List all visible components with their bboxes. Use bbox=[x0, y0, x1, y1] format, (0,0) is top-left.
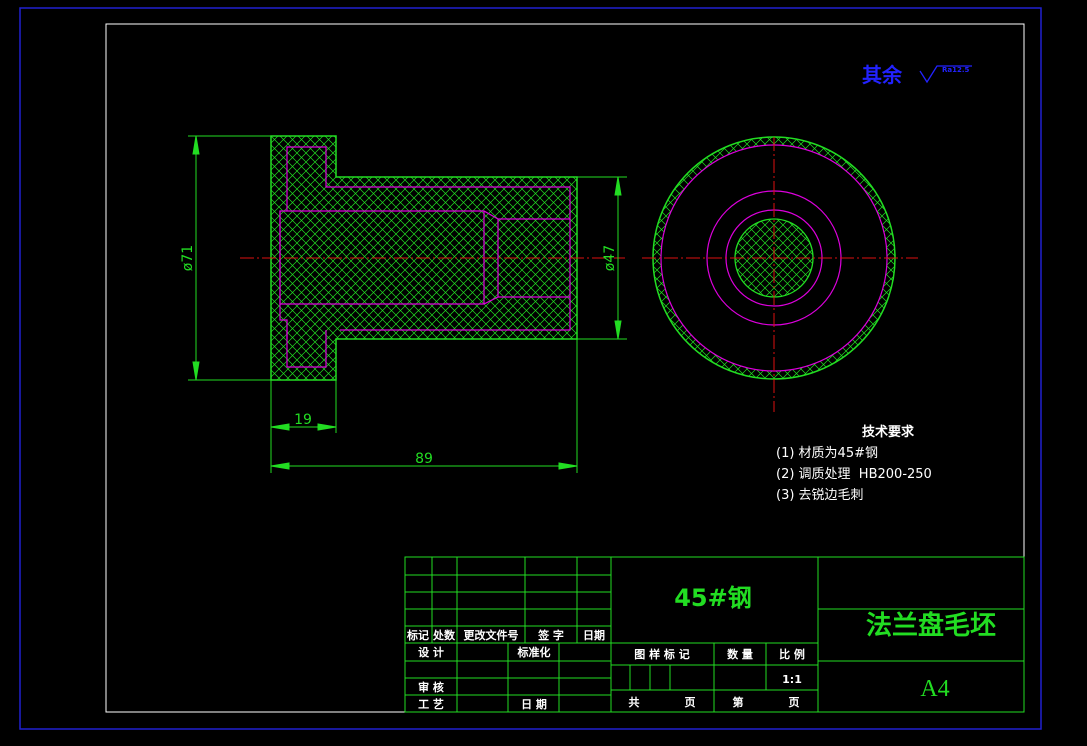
tb-part-name: 法兰盘毛坯 bbox=[866, 610, 996, 641]
tb-sign-header: 签 字 bbox=[537, 628, 564, 642]
surface-roughness-note: 其余 Ra12.5 bbox=[862, 63, 972, 87]
surface-note-label: 其余 bbox=[862, 63, 903, 87]
tb-sheet-label: 第 bbox=[733, 695, 744, 709]
tech-req-item-2: (2) 调质处理 HB200-250 bbox=[776, 467, 932, 482]
dim-diameter-71: ø71 bbox=[180, 245, 196, 271]
tb-scale-label: 比 例 bbox=[779, 647, 805, 661]
tb-standardize-label: 标准化 bbox=[517, 645, 551, 659]
tech-req-heading: 技术要求 bbox=[862, 424, 915, 440]
tb-review-label: 审 核 bbox=[418, 680, 444, 694]
tech-req-item-3: (3) 去锐边毛刺 bbox=[776, 488, 864, 503]
tb-paper-size: A4 bbox=[920, 676, 949, 702]
cad-drawing-sheet: 其余 Ra12.5 ø71 ø47 19 89 技术要求 (1) 材质为45#钢… bbox=[19, 7, 1042, 730]
section-view bbox=[240, 135, 625, 381]
end-view bbox=[642, 136, 918, 412]
tb-total-label: 共 bbox=[629, 695, 640, 709]
tb-design-label: 设 计 bbox=[418, 645, 444, 659]
dim-diameter-47: ø47 bbox=[602, 245, 618, 271]
surface-note-value: Ra12.5 bbox=[942, 66, 970, 74]
tech-req-item-1: (1) 材质为45#钢 bbox=[776, 446, 878, 461]
tb-change-doc-header: 更改文件号 bbox=[464, 628, 519, 642]
tb-process-label: 工 艺 bbox=[418, 697, 444, 711]
technical-requirements: 技术要求 (1) 材质为45#钢 (2) 调质处理 HB200-250 (3) … bbox=[776, 424, 932, 503]
tb-page-label: 页 bbox=[685, 696, 696, 709]
tb-count-header: 处数 bbox=[432, 628, 456, 642]
tb-date-header: 日期 bbox=[583, 628, 605, 642]
tb-date-label: 日 期 bbox=[521, 697, 547, 711]
tb-quantity-label: 数 量 bbox=[727, 647, 753, 661]
tb-material: 45#钢 bbox=[674, 584, 752, 612]
tb-scale-value: 1:1 bbox=[782, 673, 802, 686]
title-block-text: 标记 处数 更改文件号 签 字 日期 设 计 标准化 审 核 工 艺 日 期 图… bbox=[406, 628, 805, 711]
dim-length-19: 19 bbox=[294, 412, 312, 428]
dim-length-89: 89 bbox=[415, 451, 433, 467]
tb-mark-header: 标记 bbox=[406, 628, 429, 642]
tb-drawing-mark-label: 图 样 标 记 bbox=[634, 647, 690, 661]
tb-page2-label: 页 bbox=[789, 696, 800, 709]
